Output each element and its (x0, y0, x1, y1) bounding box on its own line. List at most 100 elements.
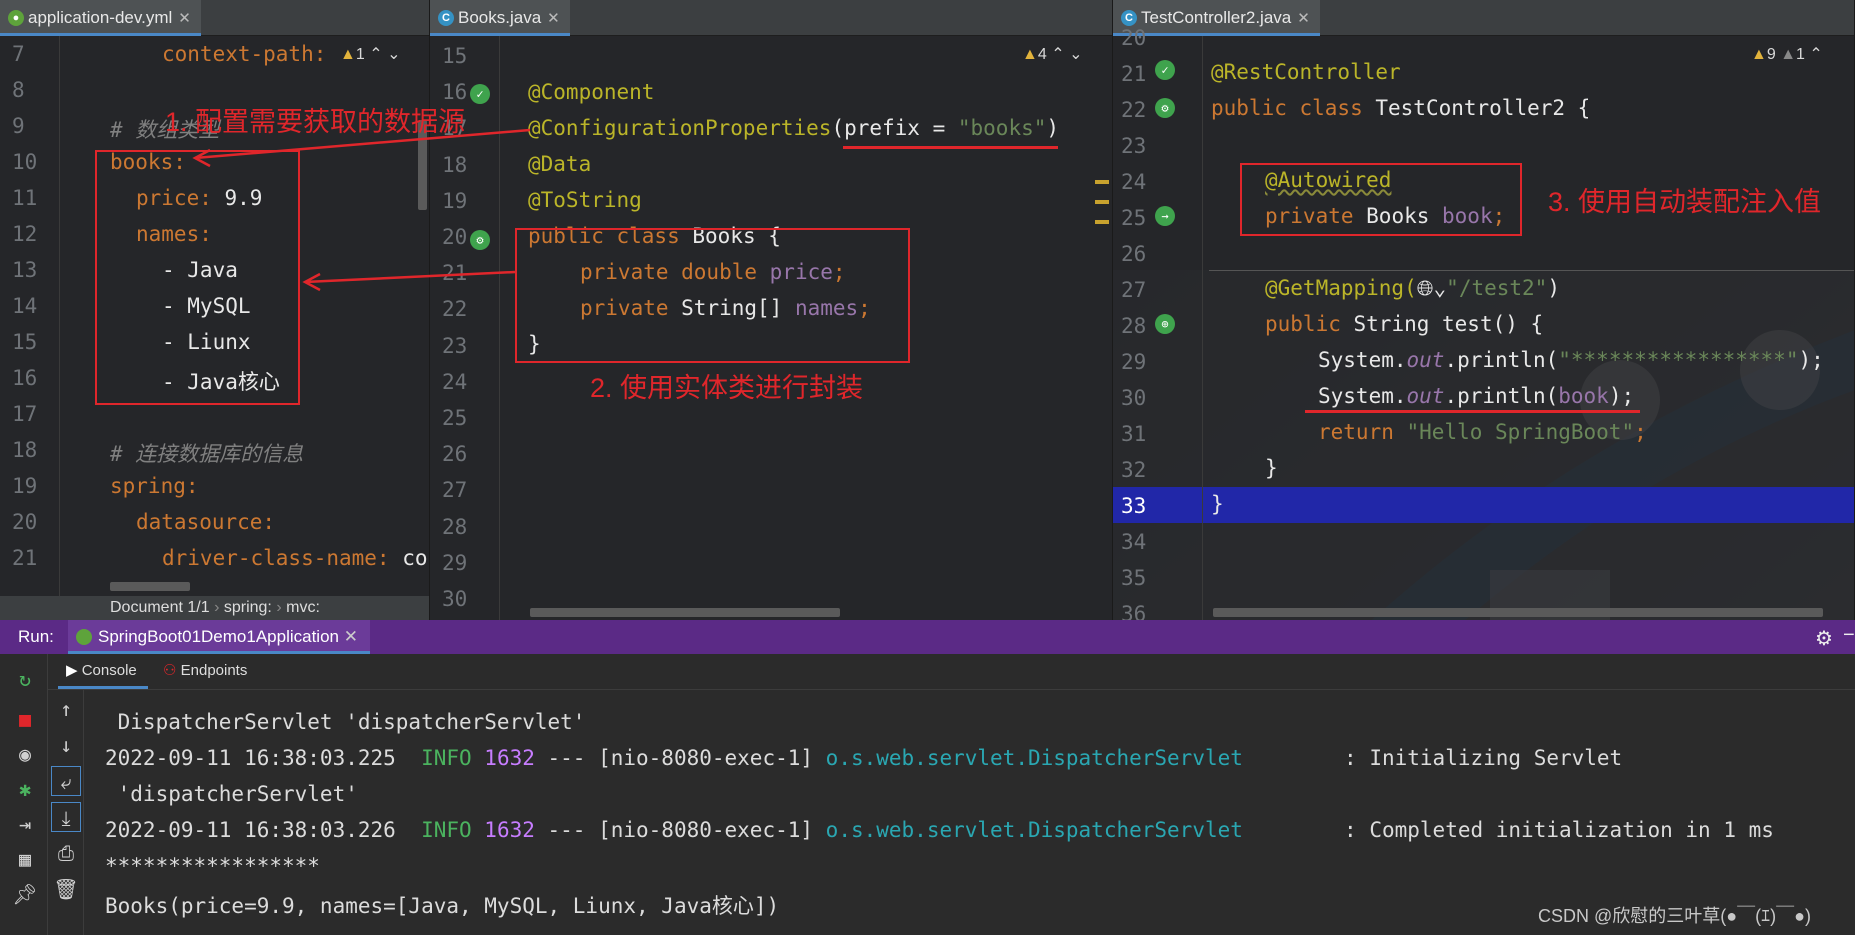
code-line-21: @RestController (1211, 60, 1401, 84)
line-number: 26 (1121, 242, 1147, 266)
line-number: 35 (1121, 566, 1147, 590)
marker-stripe (1095, 200, 1109, 204)
active-tab-underline (58, 686, 148, 689)
console-line: Books(price=9.9, names=[Java, MySQL, Liu… (105, 894, 780, 918)
tab-console[interactable]: ▶ Console (66, 661, 137, 679)
globe-icon[interactable]: 🌐︎⌄ (1417, 276, 1446, 300)
line-number: 26 (442, 442, 468, 467)
line-number: 19 (12, 474, 38, 498)
code-line-27: @GetMapping(🌐︎⌄"/test2") (1265, 276, 1560, 300)
code-line-17: @ConfigurationProperties(prefix = "books… (528, 116, 1060, 140)
tab-bar: ● application-dev.yml ✕ (0, 0, 429, 36)
debug-icon[interactable]: ✱ (10, 774, 40, 804)
minimize-icon[interactable]: − (1843, 624, 1855, 647)
yaml-line: datasource: (136, 510, 276, 534)
line-number: 11 (12, 186, 38, 210)
line-number: 14 (12, 294, 38, 318)
warning-indicator[interactable]: ▲1 ⌃ ⌄ (340, 44, 400, 64)
warning-indicator[interactable]: ▲4 ⌃ ⌄ (1022, 44, 1082, 64)
class-icon: C (438, 10, 454, 26)
exit-icon[interactable]: ⇥ (10, 809, 40, 839)
line-number: 13 (12, 258, 38, 282)
spring-boot-icon (76, 629, 92, 645)
line-number: 36 (1121, 602, 1147, 620)
tab-application-dev-yml[interactable]: ● application-dev.yml ✕ (0, 0, 201, 36)
chevron-down-icon[interactable]: ⌄ (387, 46, 400, 63)
warning-indicator[interactable]: ▲9 ▲1 ⌃ (1751, 44, 1823, 64)
line-number: 8 (12, 78, 25, 102)
method-separator (1209, 270, 1854, 271)
close-icon[interactable]: ✕ (1297, 10, 1310, 27)
annotation-underline-prefix (843, 146, 1058, 149)
line-number: 24 (442, 369, 468, 394)
tab-endpoints[interactable]: ⚇ Endpoints (163, 661, 247, 679)
editor-scrollbar[interactable] (110, 582, 190, 591)
settings-gear-icon[interactable]: ⚙ (1815, 626, 1833, 651)
tab-bar: C Books.java ✕ (430, 0, 1112, 36)
code-line-28: public String test() { (1265, 312, 1544, 336)
chevron-up-icon[interactable]: ⌃ (369, 46, 382, 63)
close-icon[interactable]: ✕ (344, 627, 358, 646)
editor-scrollbar[interactable] (530, 608, 840, 617)
chevron-down-icon[interactable]: ⌄ (1069, 46, 1082, 63)
pin-icon[interactable]: 📌︎ (10, 879, 40, 909)
chevron-up-icon[interactable]: ⌃ (1051, 46, 1064, 63)
yaml-line: # 连接数据库的信息 (110, 442, 304, 466)
code-line-18: @Data (528, 152, 592, 176)
down-arrow-icon[interactable]: ↓ (51, 730, 81, 760)
current-line-highlight (1113, 487, 1854, 523)
line-number: 34 (1121, 530, 1147, 554)
trash-icon[interactable]: 🗑︎ (51, 874, 81, 904)
spring-leaf-icon: ● (8, 10, 24, 26)
yaml-line: context-path: (162, 42, 327, 66)
annotation-underline-println (1305, 410, 1640, 413)
run-config-tab[interactable]: SpringBoot01Demo1Application ✕ (68, 620, 370, 654)
code-line-16: @Component (528, 80, 655, 104)
request-mapping-icon[interactable]: ⊕ (1155, 314, 1175, 334)
console-line: ***************** (105, 854, 320, 878)
line-number: 28 (442, 514, 468, 539)
run-tool-window: Run: SpringBoot01Demo1Application ✕ ⚙ − … (0, 620, 1855, 935)
code-line-32: } (1265, 456, 1278, 480)
scroll-to-end-icon[interactable]: ⤓ (51, 802, 81, 832)
chevron-up-icon[interactable]: ⌃ (1809, 46, 1822, 63)
line-number: 18 (12, 438, 38, 462)
spring-bean-icon[interactable]: ✓ (1155, 60, 1175, 80)
spring-bean-icon[interactable]: ⚙ (1155, 98, 1175, 118)
line-number: 20 (1121, 26, 1147, 50)
print-icon[interactable]: ⎙ (51, 838, 81, 868)
annotation-label-2: 2. 使用实体类进行封装 (590, 373, 864, 403)
line-number: 15 (12, 330, 38, 354)
line-number: 33 (1121, 494, 1147, 518)
endpoints-icon: ⚇ (163, 662, 177, 679)
spring-bean-icon[interactable]: ✓ (470, 84, 490, 104)
line-number: 23 (1121, 134, 1147, 158)
rerun-icon[interactable]: ↻ (10, 664, 40, 694)
run-header: Run: SpringBoot01Demo1Application ✕ ⚙ − (0, 620, 1855, 654)
run-actions-toolbar: ↻ ■ ◉ ✱ ⇥ ▦ 📌︎ (0, 654, 48, 935)
line-number: 21 (442, 261, 468, 286)
annotation-label-1: 1. 配置需要获取的数据源 (165, 107, 466, 137)
line-number: 22 (442, 297, 468, 322)
spring-bean-icon[interactable]: ⚙ (470, 230, 490, 250)
layout-icon[interactable]: ▦ (10, 844, 40, 874)
code-line-29: System.out.println("*****************"); (1318, 348, 1824, 372)
code-line-31: return "Hello SpringBoot"; (1318, 420, 1647, 444)
yaml-line: spring: (110, 474, 199, 498)
close-icon[interactable]: ✕ (547, 10, 560, 27)
line-number: 7 (12, 42, 25, 66)
camera-icon[interactable]: ◉ (10, 739, 40, 769)
tab-books-java[interactable]: C Books.java ✕ (430, 0, 570, 36)
editor-pane-testcontroller: C TestController2.java ✕ ▲9 ▲1 ⌃ ✓ ⚙ → ⊕ @… (1113, 0, 1855, 620)
stop-icon[interactable]: ■ (10, 704, 40, 734)
line-number: 21 (1121, 62, 1147, 86)
line-number: 21 (12, 546, 38, 570)
line-number: 20 (12, 510, 38, 534)
autowired-icon[interactable]: → (1155, 206, 1175, 226)
annotation-label-3: 3. 使用自动装配注入值 (1548, 187, 1822, 217)
close-icon[interactable]: ✕ (178, 10, 191, 27)
editor-scrollbar[interactable] (1213, 608, 1823, 617)
line-number: 19 (442, 188, 468, 213)
soft-wrap-icon[interactable]: ⤶ (51, 766, 81, 796)
up-arrow-icon[interactable]: ↑ (51, 694, 81, 724)
